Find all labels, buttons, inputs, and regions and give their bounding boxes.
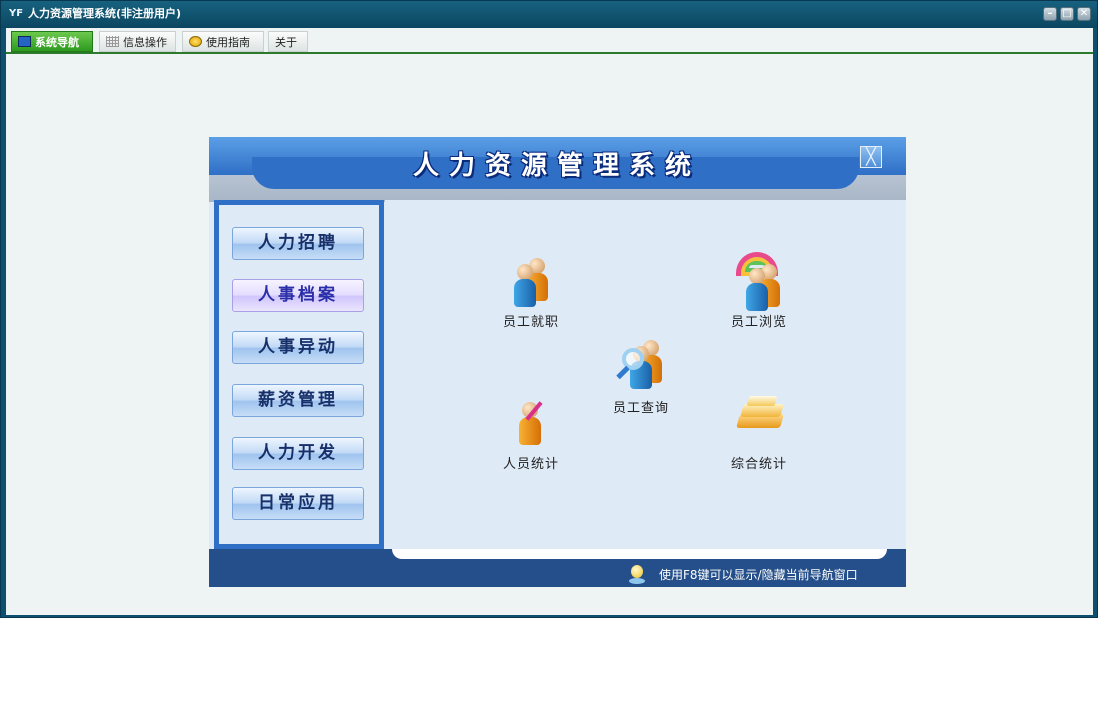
menu-item-label: 系统导航	[35, 36, 79, 49]
func-staff-onboard[interactable]: 员工就职	[481, 250, 581, 330]
footer-hint: 使用F8键可以显示/隐藏当前导航窗口	[659, 568, 858, 582]
footer-curve	[392, 549, 887, 559]
panel-header: 人力资源管理系统 ╳	[209, 137, 906, 202]
func-comprehensive-stats[interactable]: 综合统计	[709, 392, 809, 472]
side-menu-frame: 人力招聘 人事档案 人事异动 薪资管理 人力开发 日常应用	[214, 200, 384, 549]
side-button-personnel-files[interactable]: 人事档案	[232, 279, 364, 312]
side-button-recruitment[interactable]: 人力招聘	[232, 227, 364, 260]
side-button-hr-development[interactable]: 人力开发	[232, 437, 364, 470]
books-stats-icon	[734, 392, 784, 450]
menu-item-system-nav[interactable]: 系统导航	[11, 31, 93, 52]
minimize-button[interactable]: –	[1043, 7, 1057, 21]
side-button-salary-management[interactable]: 薪资管理	[232, 384, 364, 417]
side-menu: 人力招聘 人事档案 人事异动 薪资管理 人力开发 日常应用	[219, 205, 379, 544]
menu-item-info-ops[interactable]: 信息操作	[99, 31, 176, 52]
grid-icon	[106, 36, 119, 47]
maximize-button[interactable]: □	[1060, 7, 1074, 21]
minimize-icon: –	[1047, 8, 1053, 19]
staff-onboard-icon	[506, 250, 556, 308]
menu-item-user-guide[interactable]: 使用指南	[182, 31, 264, 52]
maximize-icon: □	[1062, 8, 1072, 19]
func-label: 综合统计	[730, 457, 787, 472]
menu-item-label: 使用指南	[206, 36, 250, 49]
side-button-daily-applications[interactable]: 日常应用	[232, 487, 364, 520]
window-title: 人力资源管理系统(非注册用户)	[28, 7, 182, 20]
menu-bar: 系统导航 信息操作 使用指南 关于	[6, 28, 1093, 54]
func-label: 员工就职	[502, 315, 559, 330]
lightbulb-icon	[627, 565, 647, 585]
panel-title: 人力资源管理系统	[412, 151, 701, 181]
func-label: 员工浏览	[730, 315, 787, 330]
title-bar[interactable]: YF 人力资源管理系统(非注册用户) – □ ✕	[1, 1, 1097, 28]
staff-browse-rainbow-icon	[734, 250, 784, 311]
side-button-personnel-changes[interactable]: 人事异动	[232, 331, 364, 364]
yf-logo-icon: YF	[9, 8, 24, 19]
func-label: 人员统计	[502, 457, 559, 472]
navigation-panel: 人力资源管理系统 ╳ 人力招聘 人事档案 人事异动 薪资管理 人力开发 日常应用…	[209, 137, 906, 587]
func-personnel-stats[interactable]: 人员统计	[481, 392, 581, 472]
close-button[interactable]: ✕	[1077, 7, 1091, 21]
panel-close-button[interactable]: ╳	[860, 146, 882, 168]
function-area: 员工就职 员工浏览 员工查询 人员统计 综合统计	[385, 200, 906, 550]
menu-item-label: 关于	[275, 36, 297, 49]
func-staff-search[interactable]: 员工查询	[591, 336, 691, 416]
menu-item-about[interactable]: 关于	[268, 31, 308, 52]
staff-search-magnifier-icon	[616, 336, 666, 394]
close-box-icon: ╳	[866, 147, 876, 166]
panel-footer: 使用F8键可以显示/隐藏当前导航窗口	[209, 549, 906, 587]
func-label: 员工查询	[612, 401, 669, 416]
close-icon: ✕	[1079, 8, 1089, 19]
smiley-icon	[189, 36, 202, 47]
menu-item-label: 信息操作	[123, 36, 167, 49]
func-staff-browse[interactable]: 员工浏览	[709, 250, 809, 330]
monitor-icon	[18, 36, 31, 47]
personnel-stats-icon	[506, 392, 556, 450]
